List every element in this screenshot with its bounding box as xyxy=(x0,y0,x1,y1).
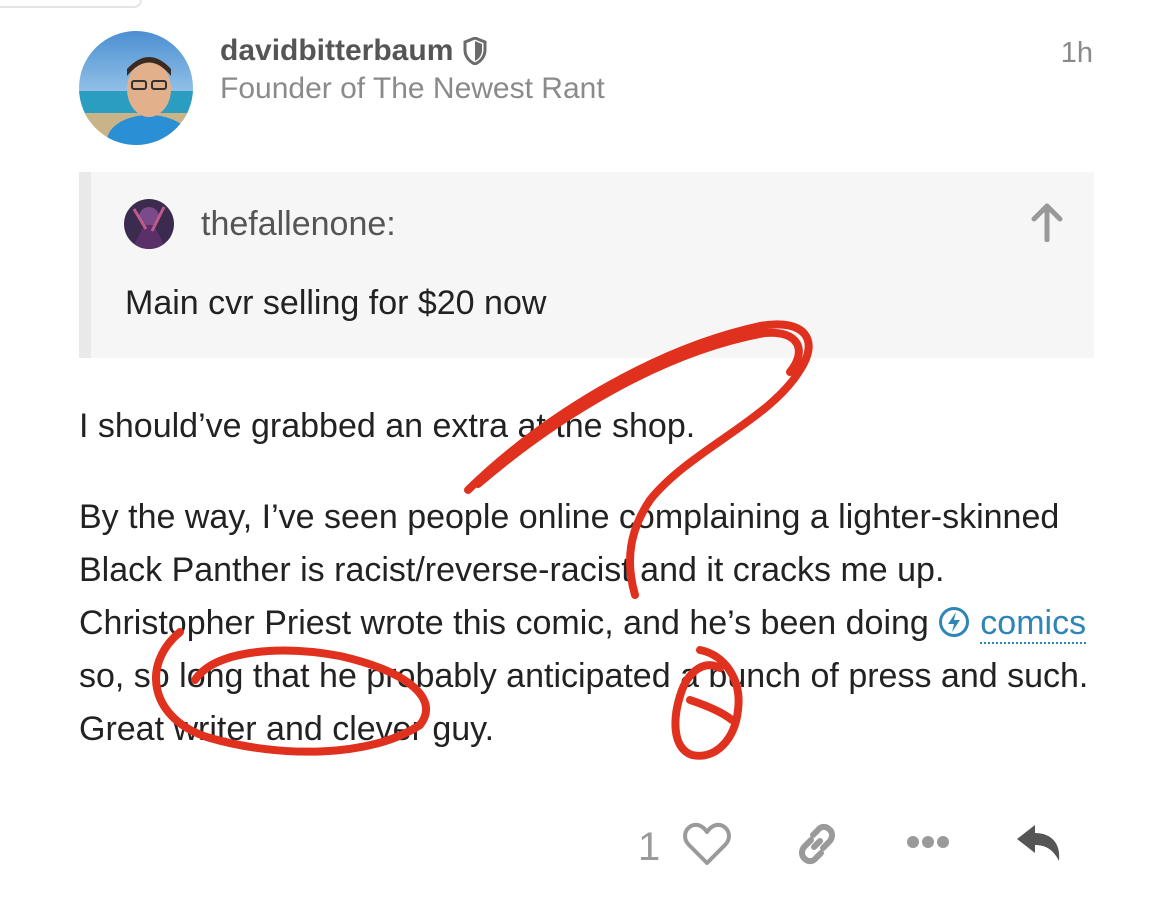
quote-text: Main cvr selling for $20 now xyxy=(125,284,547,322)
post-paragraph-2: By the way, I’ve seen people online comp… xyxy=(79,491,1089,756)
quote-block: thefallenone: Main cvr selling for $20 n… xyxy=(79,172,1094,358)
arrow-up-icon[interactable] xyxy=(1030,202,1064,242)
previous-post-edge xyxy=(0,0,142,8)
reply-icon[interactable] xyxy=(1015,823,1063,865)
quote-author: thefallenone: xyxy=(201,205,396,243)
paragraph-2-start: By the way, I’ve seen people online comp… xyxy=(79,498,1060,642)
more-icon[interactable] xyxy=(905,827,951,857)
paragraph-2-end: so, so long that he probably anticipated… xyxy=(79,657,1089,748)
author-username[interactable]: davidbitterbaum xyxy=(220,34,487,68)
post-date[interactable]: 1h xyxy=(1061,37,1093,70)
quote-author-avatar[interactable] xyxy=(124,199,174,249)
post-actions: 1 xyxy=(630,815,1080,875)
heart-icon[interactable] xyxy=(682,821,732,867)
author-title: Founder of The Newest Rant xyxy=(220,72,605,105)
link-icon[interactable] xyxy=(794,821,840,867)
post-body: I should’ve grabbed an extra at the shop… xyxy=(79,400,1089,756)
author-avatar[interactable] xyxy=(79,31,193,145)
shield-icon xyxy=(463,37,487,65)
like-count[interactable]: 1 xyxy=(638,825,660,870)
lightning-icon xyxy=(939,607,970,637)
post-paragraph-1: I should’ve grabbed an extra at the shop… xyxy=(79,407,696,445)
hashtag-link[interactable]: comics xyxy=(938,604,1087,644)
hashtag-label[interactable]: comics xyxy=(980,604,1087,644)
